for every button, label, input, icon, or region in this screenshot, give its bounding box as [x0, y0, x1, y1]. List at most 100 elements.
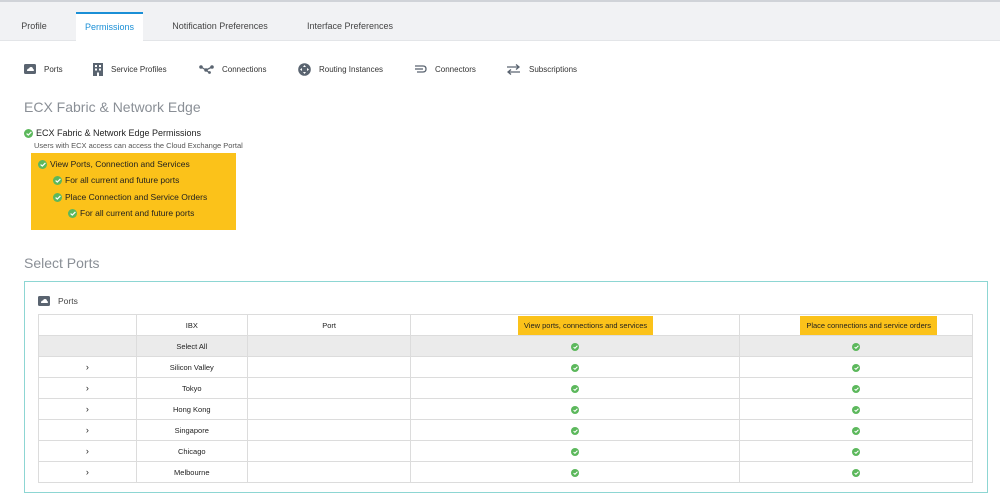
check-icon — [24, 128, 33, 138]
check-icon — [571, 342, 580, 351]
place-check[interactable] — [739, 419, 973, 441]
check-icon — [571, 447, 580, 456]
place-check[interactable] — [739, 398, 973, 420]
subnav-connectors[interactable]: Connectors — [414, 60, 476, 78]
ecx-root-permission[interactable]: ECX Fabric & Network Edge Permissions — [24, 128, 201, 138]
port-cell — [246, 440, 412, 462]
permission-label: For all current and future ports — [65, 175, 180, 185]
table-row: › Melbourne — [38, 461, 973, 483]
chevron-right-icon[interactable]: › — [38, 440, 137, 462]
ibx-cell: Silicon Valley — [135, 356, 248, 378]
port-cell — [246, 377, 412, 399]
ecx-root-description: Users with ECX access can access the Clo… — [34, 141, 243, 150]
place-check[interactable] — [739, 440, 973, 462]
chevron-right-icon[interactable]: › — [38, 461, 137, 483]
tab-bar: Profile Permissions Notification Prefere… — [0, 2, 1000, 43]
subnav-connectors-label: Connectors — [435, 64, 476, 74]
ibx-cell: Chicago — [135, 440, 248, 462]
table-row: › Chicago — [38, 440, 973, 462]
ecx-root-permission-label: ECX Fabric & Network Edge Permissions — [36, 128, 202, 138]
table-row: › Hong Kong — [38, 398, 973, 420]
check-icon — [852, 342, 861, 351]
check-icon — [852, 447, 861, 456]
permission-label: Place Connection and Service Orders — [65, 192, 208, 202]
port-cell — [246, 356, 412, 378]
select-all-place-check[interactable] — [739, 335, 973, 357]
chevron-right-icon[interactable]: › — [38, 419, 137, 441]
select-all-view-check[interactable] — [410, 335, 741, 357]
tab-permissions[interactable]: Permissions — [76, 12, 143, 43]
table-header-row: IBX Port View ports, connections and ser… — [38, 314, 973, 336]
port-cell — [246, 398, 412, 420]
view-check[interactable] — [410, 440, 741, 462]
column-header-expand — [38, 314, 137, 336]
permission-place-all-ports[interactable]: For all current and future ports — [68, 208, 194, 218]
column-header-view-label: View ports, connections and services — [517, 315, 654, 335]
check-icon — [852, 405, 861, 414]
port-cell — [246, 461, 412, 483]
building-icon — [93, 62, 103, 76]
tab-profile[interactable]: Profile — [10, 12, 58, 40]
column-header-place[interactable]: Place connections and service orders — [739, 314, 973, 336]
view-check[interactable] — [410, 461, 741, 483]
check-icon — [571, 468, 580, 477]
ecx-section-title: ECX Fabric & Network Edge — [24, 99, 201, 115]
check-icon — [68, 208, 77, 218]
port-cell — [246, 419, 412, 441]
chevron-right-icon[interactable]: › — [38, 398, 137, 420]
ibx-cell: Tokyo — [135, 377, 248, 399]
place-check[interactable] — [739, 356, 973, 378]
column-header-ibx[interactable]: IBX — [135, 314, 248, 336]
permissions-subnav: Ports Service Profiles Connections Routi… — [0, 60, 1000, 80]
select-all-label[interactable]: Select All — [135, 335, 248, 357]
subnav-routing-instances-label: Routing Instances — [319, 64, 384, 74]
subnav-subscriptions[interactable]: Subscriptions — [506, 60, 577, 78]
subnav-routing-instances[interactable]: Routing Instances — [298, 60, 383, 78]
view-check[interactable] — [410, 398, 741, 420]
check-icon — [38, 159, 47, 169]
check-icon — [852, 384, 861, 393]
view-check[interactable] — [410, 419, 741, 441]
subnav-connections[interactable]: Connections — [199, 60, 266, 78]
cloud-port-icon — [38, 296, 50, 306]
check-icon — [571, 405, 580, 414]
column-header-port[interactable]: Port — [246, 314, 412, 336]
column-header-view[interactable]: View ports, connections and services — [410, 314, 741, 336]
check-icon — [571, 384, 580, 393]
chevron-right-icon[interactable]: › — [38, 356, 137, 378]
permission-view-all-ports[interactable]: For all current and future ports — [53, 175, 179, 185]
check-icon — [852, 363, 861, 372]
table-row: › Singapore — [38, 419, 973, 441]
ports-table: IBX Port View ports, connections and ser… — [38, 314, 973, 483]
ibx-cell: Melbourne — [135, 461, 248, 483]
tab-interface-preferences[interactable]: Interface Preferences — [298, 12, 402, 40]
view-check[interactable] — [410, 377, 741, 399]
ibx-cell: Hong Kong — [135, 398, 248, 420]
select-ports-title: Select Ports — [24, 255, 100, 271]
permission-place-orders[interactable]: Place Connection and Service Orders — [53, 192, 207, 202]
permission-view-ports[interactable]: View Ports, Connection and Services — [38, 159, 190, 169]
cloud-port-icon — [24, 64, 36, 74]
subnav-ports[interactable]: Ports — [24, 60, 63, 78]
table-row: › Tokyo — [38, 377, 973, 399]
view-check[interactable] — [410, 356, 741, 378]
router-icon — [298, 62, 311, 76]
place-check[interactable] — [739, 377, 973, 399]
place-check[interactable] — [739, 461, 973, 483]
ports-panel-header: Ports — [38, 296, 78, 306]
check-icon — [852, 426, 861, 435]
connector-icon — [415, 65, 427, 73]
permission-label: For all current and future ports — [80, 208, 195, 218]
subnav-service-profiles-label: Service Profiles — [111, 64, 167, 74]
check-icon — [571, 426, 580, 435]
network-nodes-icon — [199, 65, 214, 74]
check-icon — [53, 175, 62, 185]
tab-notification-preferences[interactable]: Notification Preferences — [164, 12, 276, 40]
ports-panel: Ports IBX Port View ports, connections a… — [24, 281, 988, 493]
check-icon — [53, 192, 62, 202]
subnav-service-profiles[interactable]: Service Profiles — [93, 60, 167, 78]
select-all-row: Select All — [38, 335, 973, 357]
swap-arrows-icon — [506, 63, 521, 75]
chevron-right-icon[interactable]: › — [38, 377, 137, 399]
table-row: › Silicon Valley — [38, 356, 973, 378]
